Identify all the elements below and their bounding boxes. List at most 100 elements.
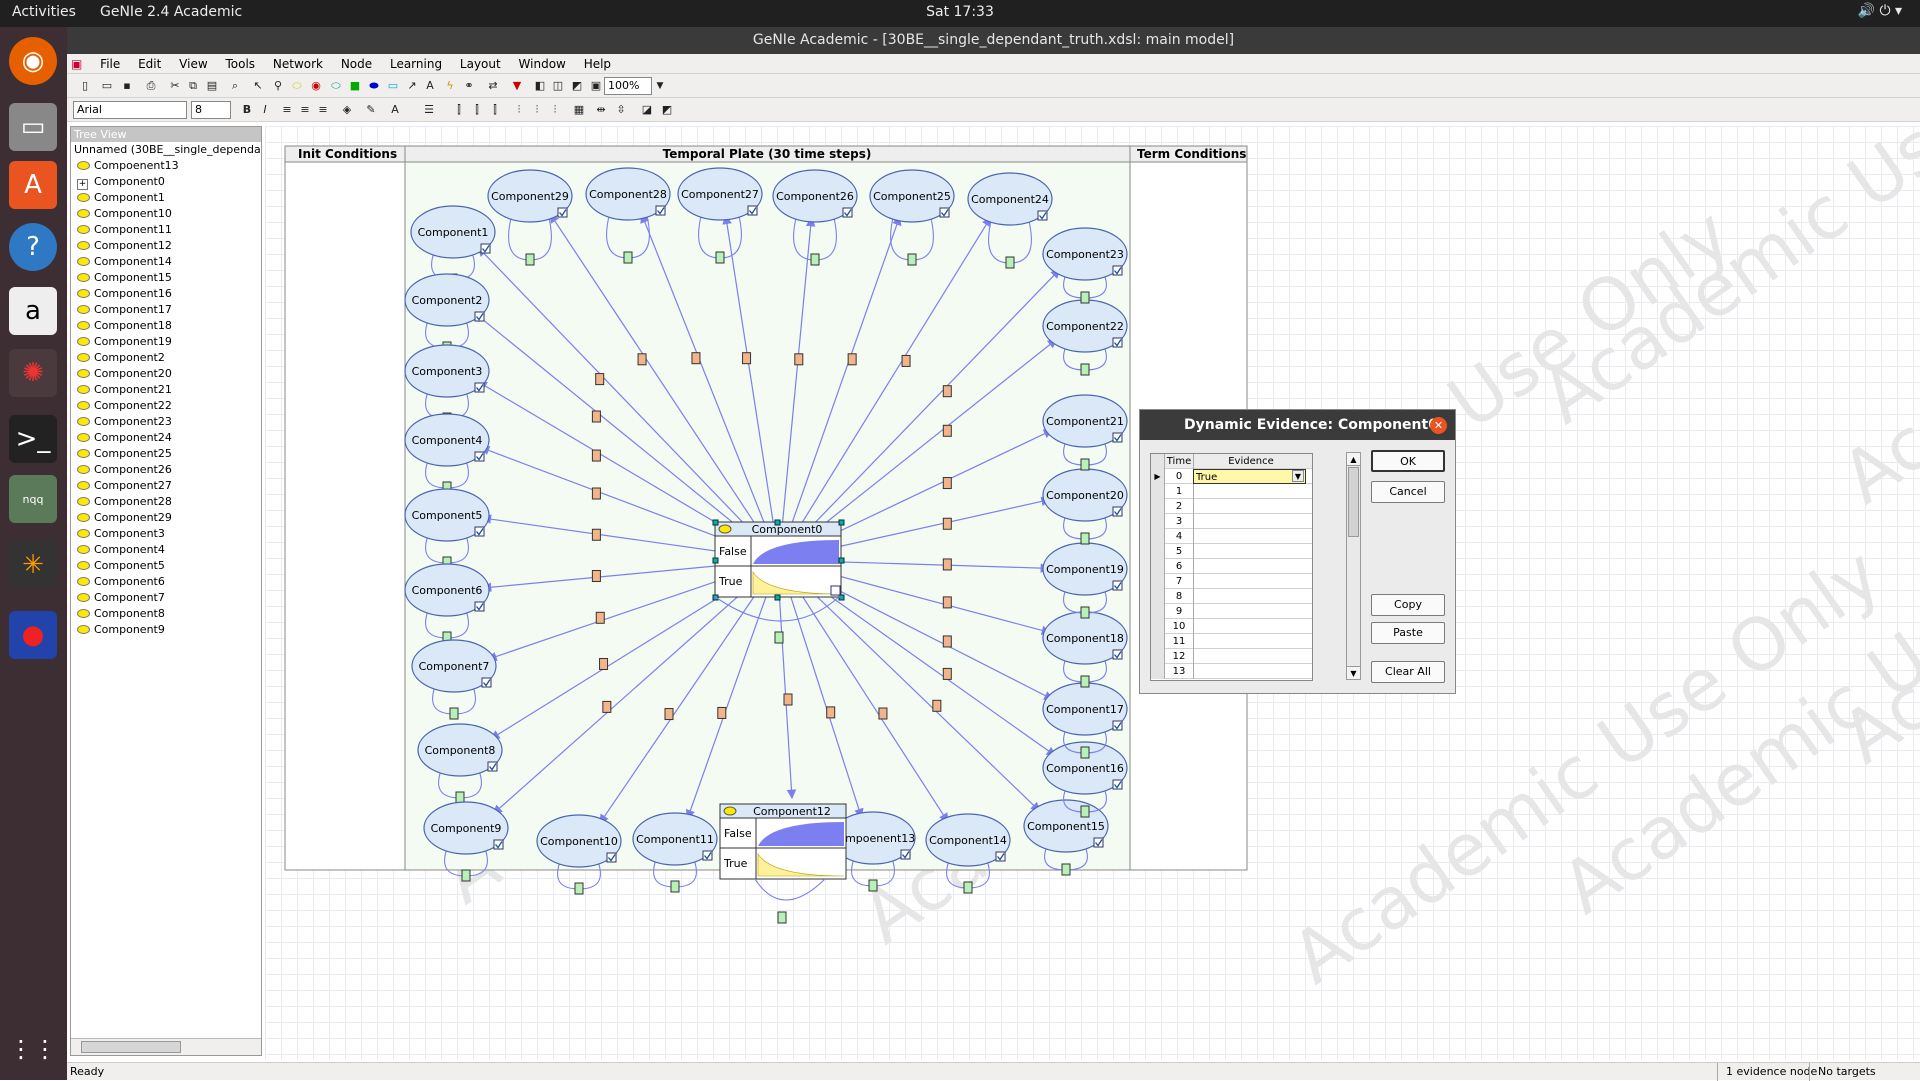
tree-item[interactable]: Component15 — [71, 270, 261, 286]
grid-icon[interactable]: ▦ — [571, 102, 587, 118]
menu-help[interactable]: Help — [584, 54, 611, 74]
tree-item[interactable]: Component11 — [71, 222, 261, 238]
tree-item[interactable]: Component4 — [71, 542, 261, 558]
equation-node-icon[interactable]: ⬭ — [328, 78, 344, 94]
tree-item[interactable]: Component10 — [71, 206, 261, 222]
tree-item[interactable]: Component24 — [71, 430, 261, 446]
align-center-icon[interactable]: ≡ — [297, 102, 313, 118]
tree-item[interactable]: Component9 — [71, 622, 261, 638]
copy-icon[interactable]: ⧉ — [185, 78, 201, 94]
text-tool-icon[interactable]: A — [422, 78, 438, 94]
align-left-icon[interactable]: ≡ — [279, 102, 295, 118]
amazon-icon[interactable]: a — [9, 287, 57, 335]
evidence-cell[interactable] — [1193, 574, 1306, 589]
layout-d-icon[interactable]: ▣ — [588, 78, 604, 94]
tree-item[interactable]: Component28 — [71, 494, 261, 510]
help-icon[interactable]: ? — [9, 223, 57, 271]
menu-learning[interactable]: Learning — [390, 54, 442, 74]
open-icon[interactable]: ▭ — [99, 78, 115, 94]
ok-button[interactable]: OK — [1371, 450, 1445, 472]
new-icon[interactable]: ▯ — [77, 78, 93, 94]
cancel-button[interactable]: Cancel — [1371, 481, 1445, 503]
send-back-icon[interactable]: ◩ — [659, 102, 675, 118]
spacing-a-icon[interactable]: ⇹ — [593, 102, 609, 118]
evidence-cell[interactable] — [1193, 619, 1306, 634]
tree-item[interactable]: Component6 — [71, 574, 261, 590]
network-canvas[interactable]: Academic Use OnlyAcademic Use OnlyAcadem… — [265, 126, 1920, 1060]
italic-icon[interactable]: I — [257, 102, 273, 118]
tree-item[interactable]: Component20 — [71, 366, 261, 382]
font-select[interactable]: Arial — [73, 101, 187, 119]
evidence-row[interactable]: 10 — [1151, 619, 1312, 634]
tree-item[interactable]: Component14 — [71, 254, 261, 270]
evidence-cell[interactable] — [1193, 499, 1306, 514]
tree-item[interactable]: Component18 — [71, 318, 261, 334]
clock[interactable]: Sat 17:33 — [0, 4, 1920, 20]
evidence-row[interactable]: 12 — [1151, 649, 1312, 664]
distribute-a-icon[interactable]: ⫶ — [511, 102, 527, 118]
tree-item[interactable]: Component29 — [71, 510, 261, 526]
network-tool-icon[interactable]: ✺ — [9, 349, 57, 397]
app-pinwheel-icon[interactable]: ✳ — [9, 541, 57, 589]
evidence-cell[interactable] — [1193, 559, 1306, 574]
tree-item[interactable]: Compoenent13 — [71, 158, 261, 174]
tree-item[interactable]: Component21 — [71, 382, 261, 398]
line-width-icon[interactable]: ☰ — [421, 102, 437, 118]
system-tray[interactable]: 🔊 ⏻ ▾ — [1858, 3, 1902, 19]
tree-item[interactable]: Component25 — [71, 446, 261, 462]
firefox-icon[interactable]: ◉ — [9, 37, 57, 85]
evidence-scrollbar[interactable]: ▲ ▼ — [1346, 452, 1361, 680]
zoom-icon[interactable]: ⚲ — [270, 78, 286, 94]
evidence-row[interactable]: 4 — [1151, 529, 1312, 544]
menu-layout[interactable]: Layout — [460, 54, 501, 74]
evidence-row[interactable]: 2 — [1151, 499, 1312, 514]
evidence-row[interactable]: 7 — [1151, 574, 1312, 589]
nqq-icon[interactable]: nqq — [9, 475, 57, 523]
tree-root[interactable]: Unnamed (30BE__single_dependa — [71, 142, 261, 158]
menu-view[interactable]: View — [179, 54, 207, 74]
evidence-cell[interactable] — [1193, 484, 1306, 499]
evidence-cell[interactable] — [1193, 544, 1306, 559]
evidence-cell[interactable] — [1193, 649, 1306, 664]
tree-item[interactable]: + Component0 — [71, 174, 261, 190]
paste-button[interactable]: Paste — [1371, 622, 1445, 644]
font-color-icon[interactable]: A — [387, 102, 403, 118]
tree-item[interactable]: Component5 — [71, 558, 261, 574]
distribute-b-icon[interactable]: ⫶ — [529, 102, 545, 118]
evidence-cell[interactable] — [1193, 529, 1306, 544]
evidence-row[interactable]: 1 — [1151, 484, 1312, 499]
evidence-row[interactable]: 11 — [1151, 634, 1312, 649]
software-center-icon[interactable]: A — [9, 161, 57, 209]
menu-network[interactable]: Network — [273, 54, 323, 74]
zoom-select[interactable]: 100% — [604, 77, 652, 95]
fill-color-icon[interactable]: ◈ — [339, 102, 355, 118]
tree-item[interactable]: Component23 — [71, 414, 261, 430]
evidence-row[interactable]: 9 — [1151, 604, 1312, 619]
close-icon[interactable]: ✕ — [1430, 417, 1447, 434]
submodel-icon[interactable]: ▭ — [385, 78, 401, 94]
save-icon[interactable]: ▪ — [119, 78, 135, 94]
chance-node-icon[interactable]: ⬭ — [289, 78, 305, 94]
files-icon[interactable]: ▭ — [9, 103, 57, 151]
tree-item[interactable]: Component27 — [71, 478, 261, 494]
tree-item[interactable]: Component16 — [71, 286, 261, 302]
layout-a-icon[interactable]: ◧ — [532, 78, 548, 94]
swap-icon[interactable]: ⇄ — [485, 78, 501, 94]
evidence-row[interactable]: 6 — [1151, 559, 1312, 574]
tree-item[interactable]: Component8 — [71, 606, 261, 622]
layout-b-icon[interactable]: ◫ — [550, 78, 566, 94]
menu-file[interactable]: File — [100, 54, 120, 74]
utility-node-icon[interactable]: ⬬ — [366, 78, 382, 94]
menu-tools[interactable]: Tools — [225, 54, 255, 74]
arc-tool-icon[interactable]: ↗ — [404, 78, 420, 94]
tree-item[interactable]: Component2 — [71, 350, 261, 366]
evidence-row[interactable]: 3 — [1151, 514, 1312, 529]
print-icon[interactable]: ⎙ — [143, 78, 159, 94]
find-icon[interactable]: ⌕ — [227, 78, 243, 94]
show-applications-icon[interactable]: ⋮⋮ — [9, 1025, 57, 1073]
menu-node[interactable]: Node — [341, 54, 372, 74]
chevron-down-icon[interactable]: ▼ — [1292, 470, 1304, 482]
tree-item[interactable]: Component3 — [71, 526, 261, 542]
paste-icon[interactable]: ▤ — [204, 78, 220, 94]
tree-item[interactable]: Component7 — [71, 590, 261, 606]
